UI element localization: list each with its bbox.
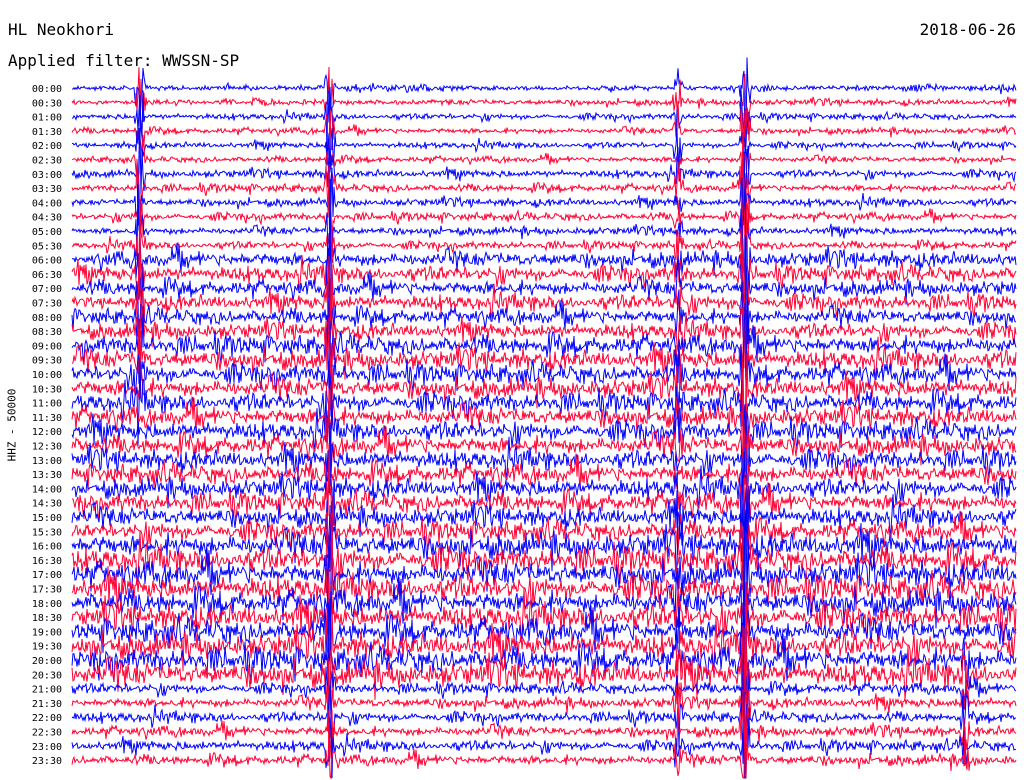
time-tick-label: 22:30 [32,728,62,739]
time-tick-label: 08:00 [32,313,62,324]
time-tick-label: 02:30 [32,156,62,167]
trace-row-0430 [71,164,1017,258]
time-tick-label: 12:00 [32,427,62,438]
trace-row-2300 [71,717,1017,779]
time-tick-label: 06:00 [32,256,62,267]
time-tick-label: 12:30 [32,442,62,453]
time-tick-labels: 00:00 00:30 01:00 01:30 02:00 02:30 03:00 03:30… [32,84,62,767]
time-tick-label: 21:30 [32,699,62,710]
time-tick-label: 10:30 [32,384,62,395]
time-tick-label: 03:00 [32,170,62,181]
seismogram-traces [71,57,1017,780]
time-tick-label: 20:00 [32,656,62,667]
time-tick-label: 06:30 [32,270,62,281]
time-tick-label: 11:30 [32,413,62,424]
time-tick-label: 13:00 [32,456,62,467]
time-tick-label: 17:30 [32,585,62,596]
time-tick-label: 01:30 [32,127,62,138]
time-tick-label: 04:30 [32,213,62,224]
helicorder-plot: 00:00 00:30 01:00 01:30 02:00 02:30 03:00 03:30… [32,57,1017,780]
time-tick-label: 05:00 [32,227,62,238]
time-tick-label: 00:00 [32,84,62,95]
time-tick-label: 19:30 [32,642,62,653]
trace-row-0330 [71,148,1017,235]
trace-row-0200 [72,120,1017,172]
time-tick-label: 02:00 [32,141,62,152]
time-tick-label: 18:30 [32,613,62,624]
trace-row-0030 [71,66,1017,134]
time-tick-label: 15:30 [32,527,62,538]
time-tick-label: 09:00 [32,341,62,352]
time-tick-label: 10:00 [32,370,62,381]
trace-row-0300 [71,129,1017,226]
time-tick-label: 14:00 [32,484,62,495]
time-tick-label: 03:30 [32,184,62,195]
time-tick-label: 07:30 [32,299,62,310]
time-tick-label: 14:30 [32,499,62,510]
time-tick-label: 20:30 [32,670,62,681]
time-tick-label: 00:30 [32,98,62,109]
time-tick-label: 16:00 [32,542,62,553]
time-tick-label: 22:00 [32,713,62,724]
time-tick-label: 05:30 [32,241,62,252]
time-tick-label: 23:00 [32,742,62,753]
trace-row-0130 [71,100,1017,151]
trace-row-0530 [71,199,1017,278]
time-tick-label: 16:30 [32,556,62,567]
time-tick-label: 08:30 [32,327,62,338]
time-tick-label: 17:00 [32,570,62,581]
time-tick-label: 21:00 [32,685,62,696]
time-tick-label: 07:00 [32,284,62,295]
trace-row-0100 [71,86,1017,158]
time-tick-label: 04:00 [32,198,62,209]
time-tick-label: 01:00 [32,113,62,124]
trace-row-0700 [71,236,1017,338]
time-tick-label: 18:00 [32,599,62,610]
time-tick-label: 11:00 [32,399,62,410]
time-tick-label: 23:30 [32,756,62,767]
time-tick-label: 09:30 [32,356,62,367]
time-tick-label: 13:30 [32,470,62,481]
time-tick-label: 15:00 [32,513,62,524]
trace-row-2330 [71,694,1017,780]
time-tick-label: 19:00 [32,627,62,638]
